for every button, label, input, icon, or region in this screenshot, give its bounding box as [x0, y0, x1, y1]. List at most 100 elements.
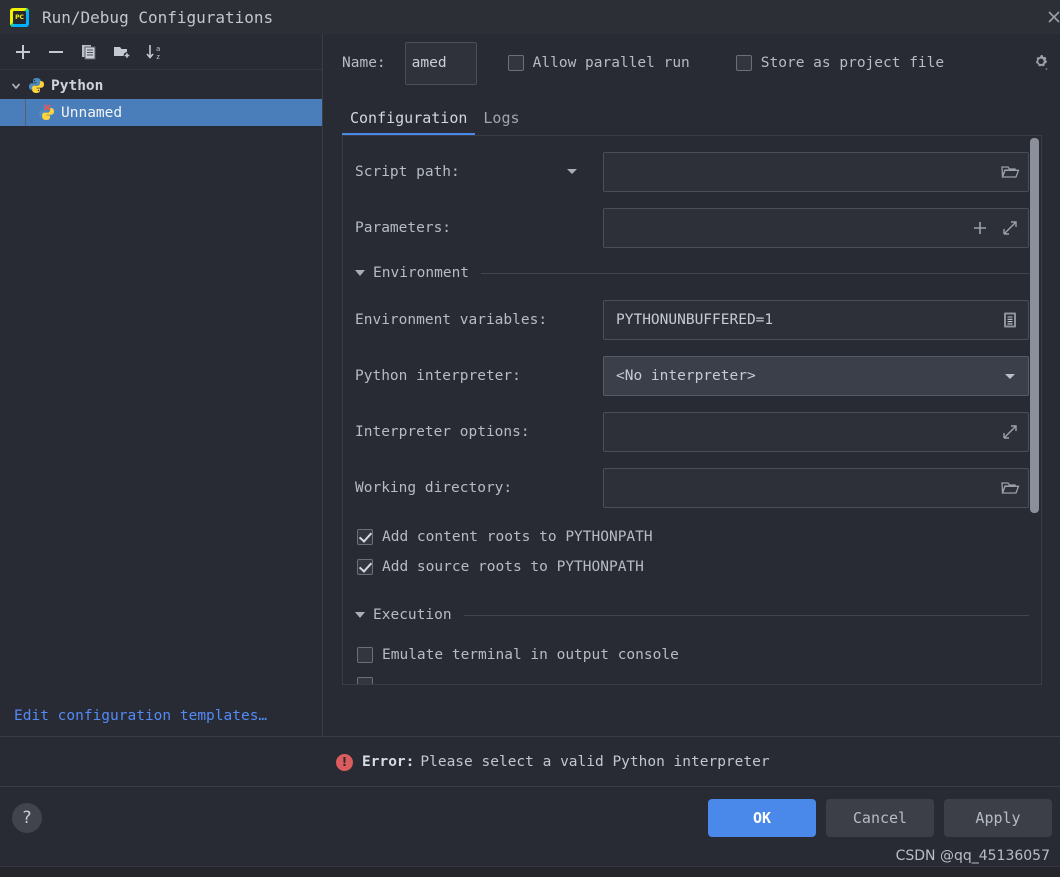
- tab-logs[interactable]: Logs: [475, 109, 527, 136]
- checkbox-box: [735, 55, 752, 71]
- dialog-footer: ? OK Cancel Apply: [0, 787, 1060, 849]
- parameters-input[interactable]: [603, 208, 1029, 248]
- python-interpreter-label-wrap: Python interpreter:: [355, 368, 603, 384]
- checkbox-box: [357, 559, 373, 575]
- checkbox-box: [507, 55, 524, 71]
- name-row: Name: Allow parallel run Store as projec…: [324, 34, 1060, 92]
- expand-icon[interactable]: [1000, 218, 1020, 238]
- add-source-roots-checkbox[interactable]: Add source roots to PYTHONPATH: [357, 559, 644, 575]
- add-source-roots-row: Add source roots to PYTHONPATH: [343, 552, 1041, 582]
- script-path-label-wrap: Script path:: [355, 164, 603, 180]
- environment-section-header[interactable]: Environment: [343, 262, 1041, 284]
- add-content-roots-label: Add content roots to PYTHONPATH: [382, 529, 653, 545]
- python-interpreter-dropdown[interactable]: <No interpreter>: [603, 356, 1029, 396]
- script-path-row: Script path:: [343, 150, 1041, 194]
- folder-add-icon[interactable]: [105, 37, 138, 67]
- environment-variables-label: Environment variables:: [355, 312, 548, 328]
- triangle-down-icon[interactable]: [355, 270, 365, 276]
- sort-az-icon[interactable]: a z: [138, 37, 171, 67]
- environment-section-title: Environment: [373, 265, 470, 281]
- tree-node-label: Unnamed: [61, 104, 123, 121]
- folder-icon[interactable]: [1000, 162, 1020, 182]
- error-message-bar: ! Error: Please select a valid Python in…: [324, 742, 1060, 782]
- clipped-checkbox[interactable]: [357, 677, 382, 684]
- svg-text:a: a: [156, 45, 160, 53]
- checkbox-box: [357, 677, 373, 684]
- environment-variables-label-wrap: Environment variables:: [355, 312, 603, 328]
- environment-variables-row: Environment variables: PYTHONUNBUFFERED=…: [343, 298, 1041, 342]
- tab-configuration[interactable]: Configuration: [342, 109, 476, 136]
- tree-node-unnamed[interactable]: Unnamed: [0, 99, 322, 126]
- script-path-input[interactable]: [603, 152, 1029, 192]
- name-input[interactable]: [404, 41, 477, 85]
- execution-section-title: Execution: [373, 607, 452, 623]
- store-as-project-file-checkbox[interactable]: Store as project file: [735, 55, 945, 71]
- error-icon: !: [336, 753, 353, 771]
- python-interpreter-row: Python interpreter: <No interpreter>: [343, 354, 1041, 398]
- close-icon[interactable]: [1037, 6, 1060, 28]
- name-label: Name:: [342, 55, 386, 71]
- run-debug-configurations-dialog: PC Run/Debug Configurations a z Python U…: [0, 0, 1060, 877]
- footer-strip: [0, 866, 1060, 877]
- error-label: Error:: [362, 754, 415, 770]
- allow-parallel-run-checkbox[interactable]: Allow parallel run: [507, 55, 690, 71]
- apply-button[interactable]: Apply: [944, 799, 1052, 837]
- working-directory-label: Working directory:: [355, 480, 513, 496]
- title-bar: PC Run/Debug Configurations: [0, 0, 1060, 34]
- configuration-editor-panel: Name: Allow parallel run Store as projec…: [324, 34, 1060, 736]
- interpreter-options-input[interactable]: [603, 412, 1029, 452]
- list-edit-icon[interactable]: [1000, 310, 1020, 330]
- working-directory-input[interactable]: [603, 468, 1029, 508]
- parameters-label-wrap: Parameters:: [355, 220, 603, 236]
- section-divider: [481, 272, 1029, 274]
- edit-configuration-templates-link[interactable]: Edit configuration templates…: [14, 708, 267, 724]
- store-as-project-file-label: Store as project file: [760, 55, 945, 71]
- window-title: Run/Debug Configurations: [42, 7, 274, 27]
- configurations-tree: Python Unnamed: [0, 70, 322, 126]
- add-content-roots-row: Add content roots to PYTHONPATH: [343, 522, 1041, 552]
- python-icon: [28, 77, 45, 94]
- parameters-label: Parameters:: [355, 220, 452, 236]
- chevron-down-icon[interactable]: [565, 164, 579, 180]
- environment-variables-value: PYTHONUNBUFFERED=1: [616, 312, 774, 328]
- form-scrollbar[interactable]: [1030, 138, 1039, 513]
- add-source-roots-label: Add source roots to PYTHONPATH: [382, 559, 644, 575]
- watermark: CSDN @qq_45136057: [895, 848, 1050, 864]
- add-configuration-button[interactable]: [6, 37, 39, 67]
- expand-icon[interactable]: [1000, 422, 1020, 442]
- interpreter-options-label-wrap: Interpreter options:: [355, 424, 603, 440]
- triangle-down-icon[interactable]: [355, 612, 365, 618]
- add-content-roots-checkbox[interactable]: Add content roots to PYTHONPATH: [357, 529, 653, 545]
- editor-tabs: Configuration Logs: [324, 92, 1060, 136]
- emulate-terminal-checkbox[interactable]: Emulate terminal in output console: [357, 647, 679, 663]
- pycharm-icon: PC: [10, 7, 29, 27]
- clipped-option-row: [343, 670, 1041, 684]
- emulate-terminal-row: Emulate terminal in output console: [343, 640, 1041, 670]
- python-interpreter-value: <No interpreter>: [616, 368, 756, 384]
- chevron-down-icon[interactable]: [1000, 366, 1020, 386]
- remove-configuration-button[interactable]: [39, 37, 72, 67]
- cancel-button[interactable]: Cancel: [826, 799, 934, 837]
- interpreter-options-label: Interpreter options:: [355, 424, 530, 440]
- plus-icon[interactable]: [970, 218, 990, 238]
- tree-node-python[interactable]: Python: [0, 72, 322, 99]
- python-interpreter-label: Python interpreter:: [355, 368, 521, 384]
- interpreter-options-row: Interpreter options:: [343, 410, 1041, 454]
- dialog-buttons: OK Cancel Apply: [708, 799, 1052, 837]
- execution-section-header[interactable]: Execution: [343, 604, 1041, 626]
- ok-button[interactable]: OK: [708, 799, 816, 837]
- checkbox-box: [357, 647, 373, 663]
- chevron-down-icon[interactable]: [8, 78, 24, 94]
- script-path-label: Script path:: [355, 164, 460, 180]
- help-button[interactable]: ?: [12, 803, 42, 833]
- copy-configuration-button[interactable]: [72, 37, 105, 67]
- gear-icon[interactable]: [1030, 52, 1052, 74]
- tree-node-label: Python: [51, 77, 104, 94]
- folder-icon[interactable]: [1000, 478, 1020, 498]
- svg-text:z: z: [156, 53, 160, 61]
- error-message: Please select a valid Python interpreter: [420, 754, 770, 770]
- configuration-form: Script path: Parameters: Environment Env…: [342, 136, 1042, 685]
- python-error-icon: [38, 104, 55, 121]
- section-divider: [463, 614, 1029, 616]
- environment-variables-input[interactable]: PYTHONUNBUFFERED=1: [603, 300, 1029, 340]
